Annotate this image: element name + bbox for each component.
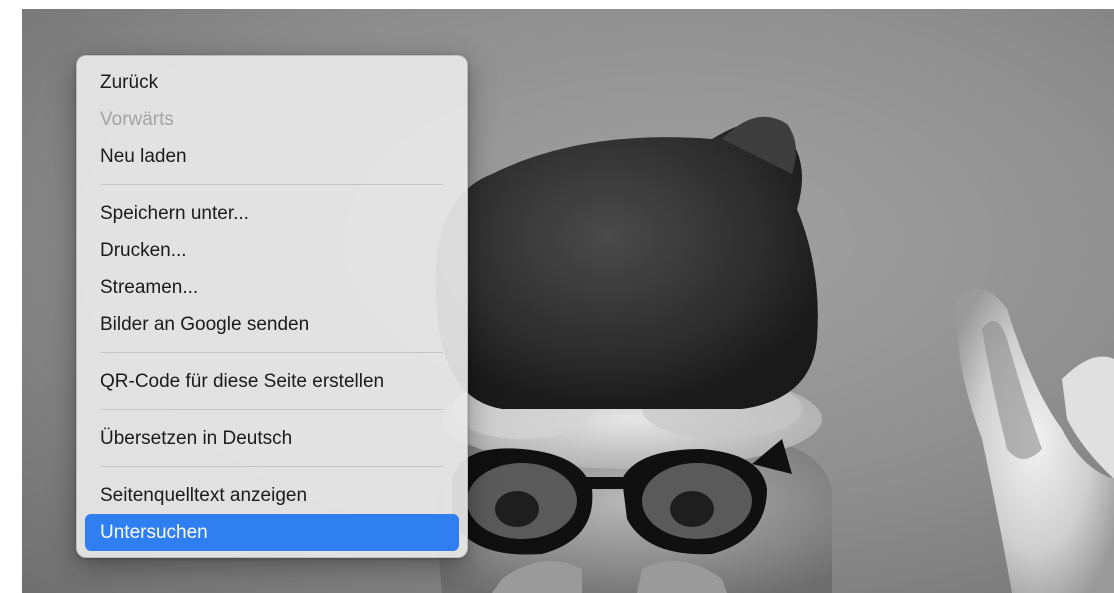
menu-item-forward[interactable]: Vorwärts xyxy=(85,101,459,138)
menu-item-translate[interactable]: Übersetzen in Deutsch xyxy=(85,420,459,457)
menu-item-reload[interactable]: Neu laden xyxy=(85,138,459,175)
menu-item-save-as[interactable]: Speichern unter... xyxy=(85,195,459,232)
menu-separator xyxy=(101,352,443,353)
menu-item-back[interactable]: Zurück xyxy=(85,64,459,101)
menu-item-send-images-to-google[interactable]: Bilder an Google senden xyxy=(85,306,459,343)
context-menu: Zurück Vorwärts Neu laden Speichern unte… xyxy=(76,55,468,558)
menu-separator xyxy=(101,466,443,467)
menu-item-print[interactable]: Drucken... xyxy=(85,232,459,269)
menu-item-inspect[interactable]: Untersuchen xyxy=(85,514,459,551)
menu-item-create-qr-code[interactable]: QR-Code für diese Seite erstellen xyxy=(85,363,459,400)
menu-separator xyxy=(101,409,443,410)
menu-item-cast[interactable]: Streamen... xyxy=(85,269,459,306)
menu-separator xyxy=(101,184,443,185)
menu-item-view-source[interactable]: Seitenquelltext anzeigen xyxy=(85,477,459,514)
